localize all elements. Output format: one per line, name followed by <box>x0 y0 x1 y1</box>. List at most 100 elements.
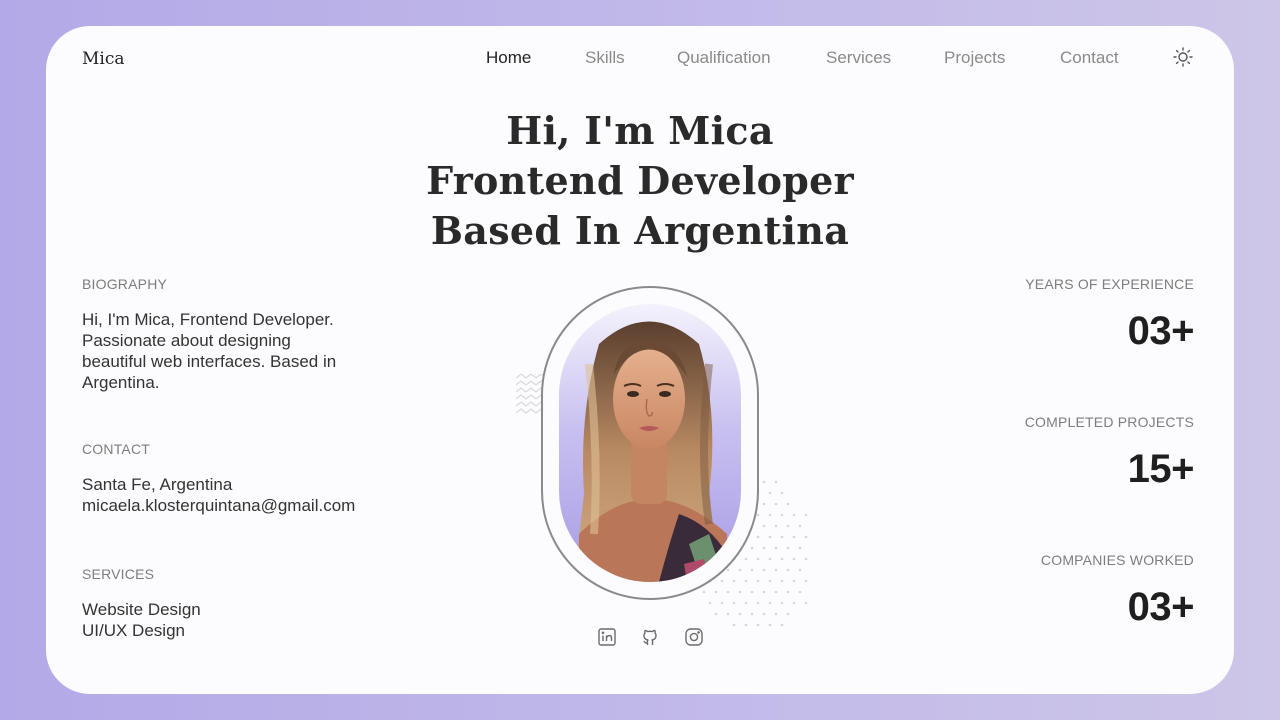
hero-line-2: Frontend Developer <box>426 158 854 203</box>
decoration-dot <box>774 524 778 528</box>
decoration-dot <box>786 524 790 528</box>
decoration-dot <box>774 546 778 550</box>
biography-line: Argentina. <box>82 373 160 392</box>
contact-email[interactable]: micaela.klosterquintana@gmail.com <box>82 495 355 516</box>
biography-label: BIOGRAPHY <box>82 276 168 292</box>
decoration-dot <box>756 513 760 517</box>
decoration-dot <box>780 557 784 561</box>
decoration-dot <box>762 590 766 594</box>
instagram-link[interactable] <box>684 627 704 647</box>
decoration-dot <box>774 590 778 594</box>
nav-qualification[interactable]: Qualification <box>677 48 771 68</box>
decoration-dot <box>780 491 784 495</box>
decoration-dot <box>750 590 754 594</box>
nav-skills[interactable]: Skills <box>585 48 625 68</box>
main-card: Mica Home Skills Qualification Services … <box>46 26 1234 694</box>
decoration-dot <box>792 579 796 583</box>
service-item: UI/UX Design <box>82 621 185 640</box>
decoration-dot <box>786 546 790 550</box>
decoration-dot <box>726 568 730 572</box>
decoration-dot <box>726 612 730 616</box>
instagram-icon <box>685 628 703 646</box>
decoration-dot <box>744 601 748 605</box>
hero-headline: Hi, I'm Mica Frontend Developer Based In… <box>46 106 1234 256</box>
top-nav: Home Skills Qualification Services Proje… <box>46 48 1234 70</box>
decoration-dot <box>756 601 760 605</box>
decoration-dot <box>762 524 766 528</box>
decoration-dot <box>762 612 766 616</box>
nav-home[interactable]: Home <box>486 48 531 68</box>
decoration-dot <box>732 601 736 605</box>
decoration-dot <box>786 590 790 594</box>
linkedin-icon <box>598 628 616 646</box>
decoration-dot <box>738 612 742 616</box>
decoration-dot <box>786 568 790 572</box>
decoration-dot <box>756 579 760 583</box>
biography-line: Passionate about designing <box>82 331 291 350</box>
decoration-dot <box>804 579 808 583</box>
decoration-dot <box>702 590 706 594</box>
decoration-dot <box>768 535 772 539</box>
decoration-dot <box>762 546 766 550</box>
portrait-illustration <box>574 321 727 582</box>
decoration-dot <box>786 502 790 506</box>
decoration-dot <box>756 557 760 561</box>
decoration-dot <box>714 590 718 594</box>
nav-services[interactable]: Services <box>826 48 891 68</box>
decoration-dot <box>792 513 796 517</box>
decoration-dot <box>714 612 718 616</box>
decoration-dot <box>768 491 772 495</box>
decoration-dot <box>750 546 754 550</box>
stat-value-companies: 03+ <box>1127 585 1195 629</box>
contact-info: Santa Fe, Argentina micaela.klosterquint… <box>82 474 355 516</box>
decoration-dot <box>720 601 724 605</box>
decoration-dot <box>792 535 796 539</box>
service-item: Website Design <box>82 600 201 619</box>
decoration-dot <box>738 568 742 572</box>
sun-icon <box>1173 47 1193 67</box>
linkedin-link[interactable] <box>597 627 617 647</box>
decoration-dot <box>804 535 808 539</box>
services-list: Website Design UI/UX Design <box>82 599 201 641</box>
biography-line: beautiful web interfaces. Based in <box>82 352 337 371</box>
biography-line: Hi, I'm Mica, Frontend Developer. <box>82 310 334 329</box>
decoration-dot <box>792 601 796 605</box>
decoration-dot <box>738 590 742 594</box>
stat-label-projects: COMPLETED PROJECTS <box>1024 414 1194 430</box>
decoration-dot <box>780 601 784 605</box>
decoration-dot <box>792 557 796 561</box>
decoration-dot <box>744 623 748 627</box>
decoration-dot <box>780 579 784 583</box>
services-label: SERVICES <box>82 566 155 582</box>
decoration-dot <box>744 557 748 561</box>
decoration-dot <box>804 557 808 561</box>
theme-toggle-button[interactable] <box>1173 47 1193 67</box>
decoration-dot <box>780 623 784 627</box>
decoration-dot <box>774 502 778 506</box>
decoration-dot <box>750 612 754 616</box>
profile-photo <box>559 304 741 582</box>
nav-contact[interactable]: Contact <box>1060 48 1119 68</box>
decoration-dot <box>732 623 736 627</box>
decoration-dot <box>768 601 772 605</box>
nav-projects[interactable]: Projects <box>944 48 1005 68</box>
decoration-dot <box>768 623 772 627</box>
stat-value-experience: 03+ <box>1127 309 1195 353</box>
github-link[interactable] <box>640 627 660 647</box>
decoration-dot <box>804 513 808 517</box>
decoration-dot <box>786 612 790 616</box>
hero-line-3: Based In Argentina <box>430 208 850 253</box>
decoration-dot <box>774 612 778 616</box>
contact-label: CONTACT <box>82 441 151 457</box>
stat-label-experience: YEARS OF EXPERIENCE <box>1025 276 1194 292</box>
decoration-dot <box>768 557 772 561</box>
decoration-dot <box>750 568 754 572</box>
decoration-dot <box>756 623 760 627</box>
decoration-dot <box>798 590 802 594</box>
decoration-dot <box>798 546 802 550</box>
decoration-dot <box>774 568 778 572</box>
decoration-dot <box>708 601 712 605</box>
portrait-frame <box>541 286 759 600</box>
hero-line-1: Hi, I'm Mica <box>506 108 774 153</box>
decoration-dot <box>756 535 760 539</box>
